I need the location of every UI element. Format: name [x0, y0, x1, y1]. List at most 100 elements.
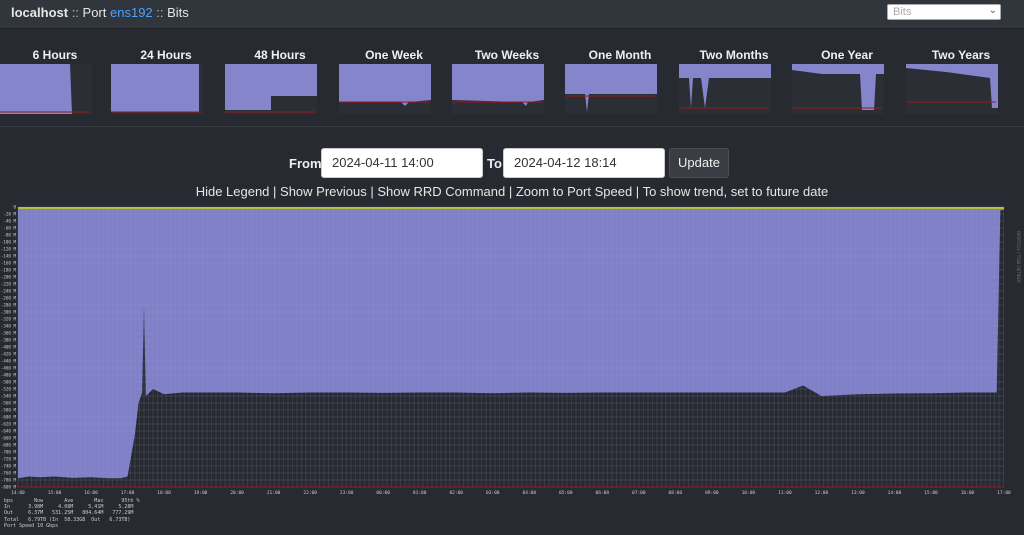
y-tick-label: -320 M	[1, 317, 17, 322]
thumb-two-years[interactable]: Two Years	[906, 40, 1016, 120]
thumb-title: One Year	[821, 48, 873, 62]
trend-hint-link[interactable]: To show trend, set to future date	[643, 184, 829, 199]
x-tick-label: 17:00	[997, 490, 1011, 496]
hide-legend-link[interactable]: Hide Legend	[196, 184, 270, 199]
thumb-graph	[565, 64, 657, 114]
x-tick-label: 20:00	[230, 490, 244, 496]
y-tick-label: -160 M	[1, 261, 17, 266]
y-tick-label: -520 M	[1, 387, 17, 392]
x-tick-label: 15:00	[48, 490, 62, 496]
zoom-to-port-speed-link[interactable]: Zoom to Port Speed	[516, 184, 632, 199]
y-tick-label: -580 M	[1, 408, 17, 413]
thumb-one-year[interactable]: One Year	[792, 40, 902, 120]
rrdtool-watermark: RRDTOOL / TOBI OETIKER	[1016, 231, 1021, 283]
x-tick-label: 14:00	[11, 490, 25, 496]
x-tick-label: 11:00	[778, 490, 792, 496]
show-previous-link[interactable]: Show Previous	[280, 184, 367, 199]
thumb-graph	[339, 64, 431, 114]
update-button[interactable]: Update	[669, 148, 729, 178]
x-tick-label: 16:00	[84, 490, 98, 496]
y-tick-label: -800 M	[1, 485, 17, 490]
x-tick-label: 15:00	[924, 490, 938, 496]
to-label: To	[487, 156, 502, 171]
thumb-graph	[0, 64, 92, 114]
from-date-input[interactable]: 2024-04-11 14:00	[321, 148, 483, 178]
graph-type-value: Bits	[893, 6, 912, 18]
port-link[interactable]: ens192	[110, 5, 153, 20]
y-tick-label: -340 M	[1, 324, 17, 329]
x-tick-label: 05:00	[559, 490, 573, 496]
y-tick-label: -460 M	[1, 366, 17, 371]
legend-total: Total 6.79TB (In 58.33GB Out 6.73TB)	[4, 516, 131, 523]
thumb-one-week[interactable]: One Week	[339, 40, 449, 120]
y-tick-label: -560 M	[1, 401, 17, 406]
y-tick-label: -180 M	[1, 268, 17, 273]
y-tick-label: -440 M	[1, 359, 17, 364]
y-tick-label: -600 M	[1, 415, 17, 420]
thumb-title: One Month	[588, 48, 652, 62]
traffic-chart[interactable]: 0 -20 M -40 M -60 M -80 M -100 M -120 M -140 M -…	[0, 198, 1024, 498]
y-tick-label: -20 M	[3, 212, 16, 217]
y-tick-label: -300 M	[1, 310, 17, 315]
y-tick-label: -500 M	[1, 380, 17, 385]
x-tick-label: 01:00	[413, 490, 427, 496]
graph-type-select[interactable]: Bits ⌄	[887, 4, 1001, 20]
graph-options-links: Hide Legend | Show Previous | Show RRD C…	[0, 184, 1024, 199]
thumb-title: Two Weeks	[474, 48, 540, 62]
graph-legend: bps Now Ave Max 95th % In 3.98M 4.08M 5.4…	[4, 498, 139, 529]
x-tick-label: 18:00	[157, 490, 171, 496]
x-tick-label: 22:00	[303, 490, 317, 496]
top-bar: localhost :: Port ens192 :: Bits Bits ⌄	[0, 0, 1024, 29]
thumb-title: Two Years	[931, 48, 991, 62]
x-tick-label: 10:00	[742, 490, 756, 496]
breadcrumb-separator-2: ::	[152, 5, 168, 20]
y-tick-label: -360 M	[1, 331, 17, 336]
period-thumbnails: 6 Hours 24 Hours 48 Hours One Week Two W…	[0, 40, 1024, 127]
thumb-title: 6 Hours	[32, 48, 78, 62]
y-tick-label: -260 M	[1, 296, 17, 301]
thumb-graph	[792, 64, 884, 114]
y-tick-label: -100 M	[1, 240, 17, 245]
x-tick-label: 17:00	[121, 490, 135, 496]
y-tick-label: -280 M	[1, 303, 17, 308]
link-separator: |	[632, 184, 643, 199]
thumb-title: 48 Hours	[254, 48, 306, 62]
x-tick-label: 16:00	[961, 490, 975, 496]
y-tick-label: -220 M	[1, 282, 17, 287]
x-tick-label: 07:00	[632, 490, 646, 496]
y-tick-label: -120 M	[1, 247, 17, 252]
thumb-48-hours[interactable]: 48 Hours	[225, 40, 335, 120]
host-name: localhost	[11, 5, 69, 20]
breadcrumb-separator: ::	[68, 5, 83, 20]
port-prefix: Port	[82, 5, 110, 20]
x-tick-label: 00:00	[376, 490, 390, 496]
y-tick-label: -80 M	[3, 233, 16, 238]
y-tick-label: -640 M	[1, 429, 17, 434]
thumb-two-months[interactable]: Two Months	[679, 40, 789, 120]
thumb-two-weeks[interactable]: Two Weeks	[452, 40, 562, 120]
x-tick-label: 08:00	[669, 490, 683, 496]
to-date-input[interactable]: 2024-04-12 18:14	[503, 148, 665, 178]
y-tick-label: -60 M	[3, 226, 16, 231]
thumb-graph	[679, 64, 771, 114]
y-tick-label: -400 M	[1, 345, 17, 350]
y-tick-label: -680 M	[1, 443, 17, 448]
show-rrd-command-link[interactable]: Show RRD Command	[377, 184, 505, 199]
x-tick-label: 12:00	[815, 490, 829, 496]
y-tick-label: -420 M	[1, 352, 17, 357]
y-tick-label: -540 M	[1, 394, 17, 399]
y-tick-label: -660 M	[1, 436, 17, 441]
x-tick-label: 14:00	[888, 490, 902, 496]
thumb-title: One Week	[365, 48, 423, 62]
legend-out: Out 6.37M 531.25M 804.64M 777.29M	[4, 510, 134, 517]
thumb-6-hours[interactable]: 6 Hours	[0, 40, 110, 120]
y-tick-label: -480 M	[1, 373, 17, 378]
y-tick-label: -200 M	[1, 275, 17, 280]
y-tick-label: -380 M	[1, 338, 17, 343]
section-name: Bits	[167, 5, 189, 20]
y-tick-label: -700 M	[1, 450, 17, 455]
x-tick-label: 02:00	[449, 490, 463, 496]
thumb-24-hours[interactable]: 24 Hours	[111, 40, 221, 120]
thumb-graph	[906, 64, 998, 114]
thumb-one-month[interactable]: One Month	[565, 40, 675, 120]
